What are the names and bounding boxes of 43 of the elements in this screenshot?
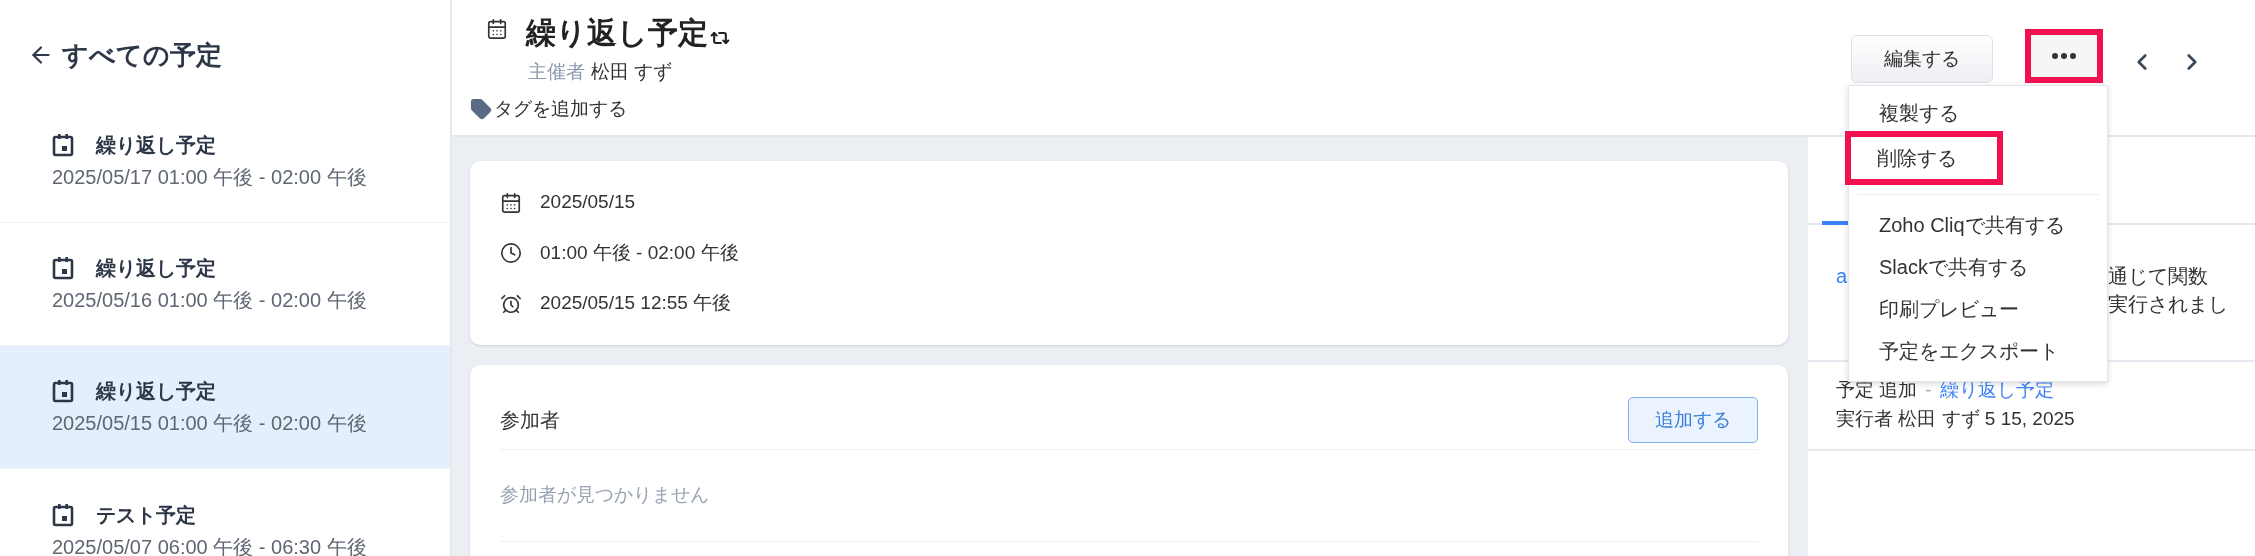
separator-dash: - [1925,378,1932,402]
menu-item[interactable]: Slackで共有する [1849,246,2107,288]
event-time: 2025/05/07 06:00 午後 - 06:30 午後 [52,534,368,556]
menu-item[interactable]: 予定をエクスポート [1849,330,2107,372]
event-time: 2025/05/15 01:00 午後 - 02:00 午後 [52,411,368,436]
activity-text: 実行されまし [2108,292,2228,317]
calendar-icon [52,502,74,527]
event-heading: 繰り返し予定 [526,15,708,51]
menu-item[interactable]: 印刷プレビュー [1849,288,2107,330]
add-participant-button[interactable]: 追加する [1628,397,1758,443]
activity-link[interactable]: a [1836,265,1848,287]
participants-heading: 参加者 [500,408,560,433]
detail-text: 2025/05/15 12:55 午後 [540,291,732,316]
tag-icon [470,97,492,120]
detail-text: 2025/05/15 [540,190,636,215]
calendar-icon [500,191,522,214]
event-time: 2025/05/17 01:00 午後 - 02:00 午後 [52,165,368,190]
menu-item[interactable]: 複製する [1849,92,2107,134]
add-tag-link[interactable]: タグを追加する [470,94,1851,123]
back-link[interactable]: すべての予定 [0,0,450,100]
organizer-label: 主催者 [528,60,585,84]
menu-item[interactable]: 削除する [1845,131,2003,185]
activity-text: 通じて関数 [2108,264,2208,289]
alarm-clock-icon [500,292,522,315]
calendar-icon [52,133,74,157]
detail-text: 01:00 午後 - 02:00 午後 [540,240,739,265]
menu-item[interactable]: Zoho Cliqで共有する [1849,204,2107,246]
calendar-icon [486,18,508,40]
activity-meta: 実行者 松田 すず 5 15, 2025 [1836,406,2076,431]
event-title: 繰り返し予定 [96,256,216,281]
event-title: 繰り返し予定 [96,379,216,404]
event-title: 繰り返し予定 [96,133,216,158]
more-button[interactable] [2025,29,2103,83]
event-time: 2025/05/16 01:00 午後 - 02:00 午後 [52,288,368,313]
event-list-item[interactable]: 繰り返し予定 2025/05/15 01:00 午後 - 02:00 午後 [0,346,450,469]
calendar-icon [52,379,74,403]
clock-icon [500,242,522,264]
calendar-icon [52,256,74,280]
organizer-name: 松田 すず [591,60,673,84]
more-icon [2052,53,2076,59]
edit-button[interactable]: 編集する [1851,35,1993,83]
empty-message: 参加者が見つかりません [500,483,709,508]
event-title: テスト予定 [96,502,196,528]
